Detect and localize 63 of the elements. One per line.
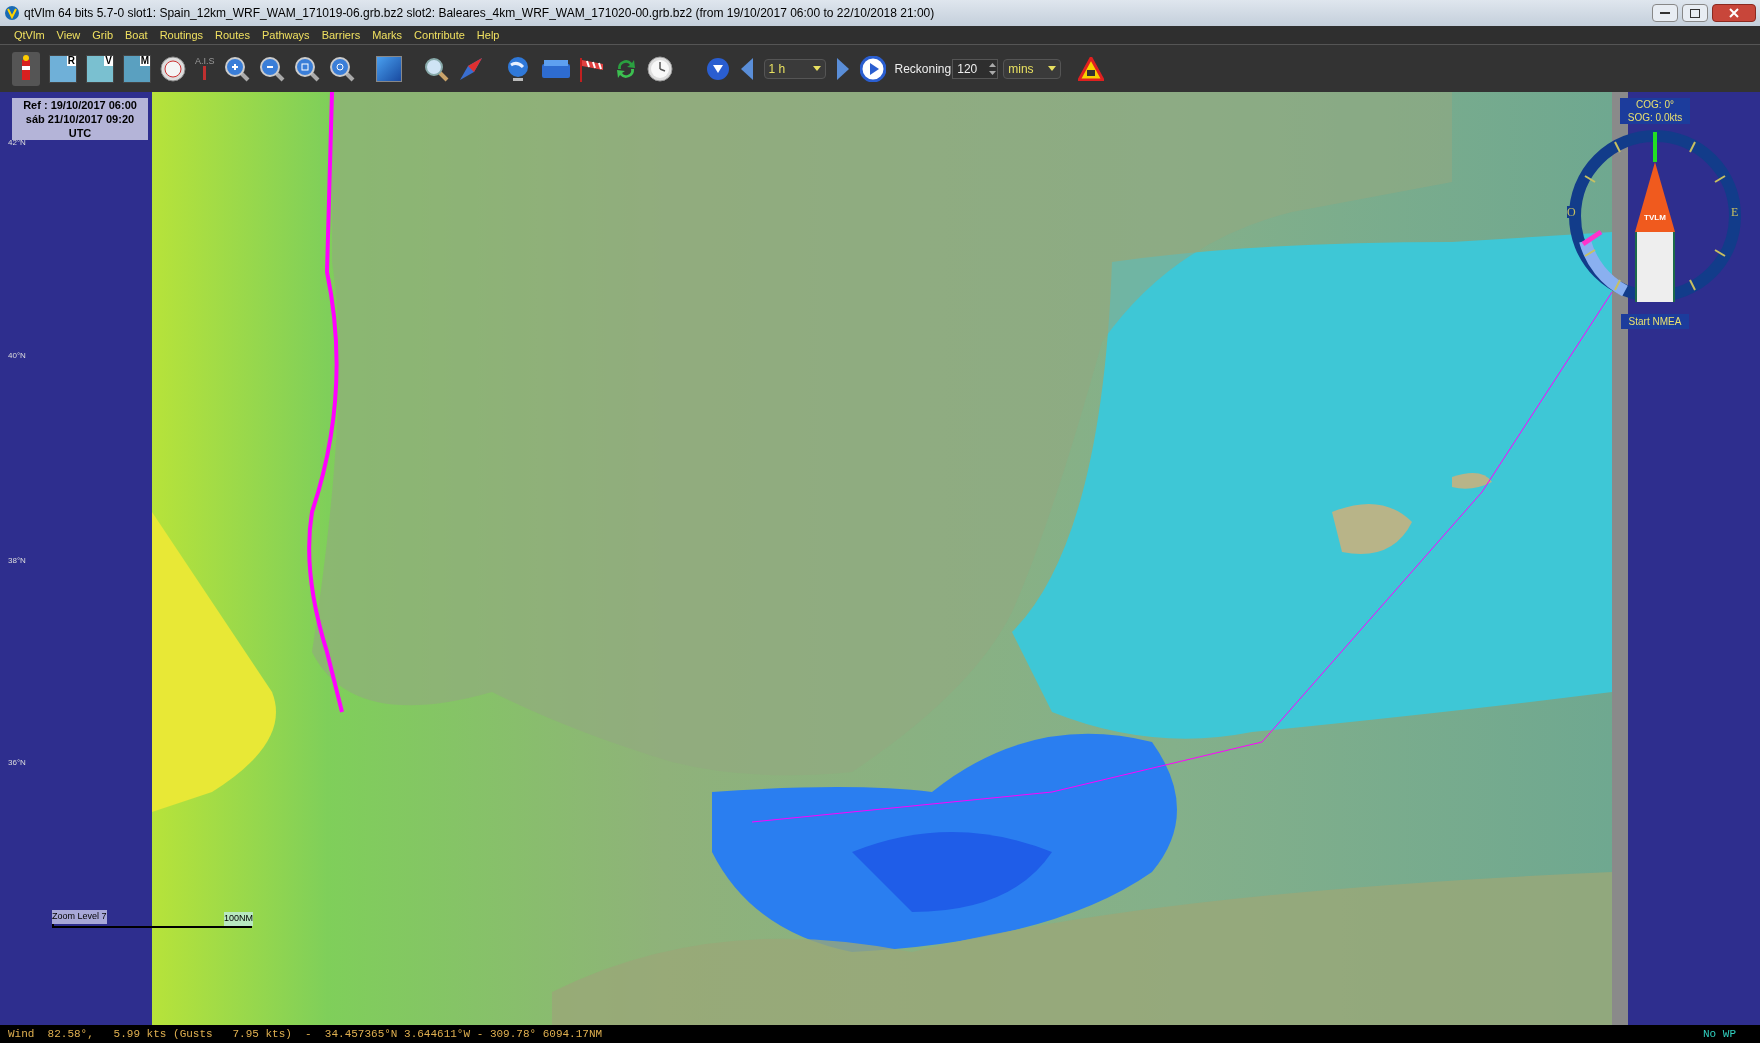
spin-arrows-icon xyxy=(988,60,998,77)
menu-item[interactable]: QtVlm xyxy=(8,26,51,44)
waypoint-status: No WP xyxy=(1703,1026,1737,1042)
island xyxy=(1452,473,1492,489)
scale-label: 100NM xyxy=(224,912,253,926)
reckoning-unit-dropdown[interactable]: mins xyxy=(1003,58,1062,79)
compass-east-label: E xyxy=(1731,206,1739,218)
compass-needle-icon[interactable] xyxy=(457,55,484,82)
chart-map-icon[interactable]: M xyxy=(123,54,151,83)
zoom-in-icon[interactable] xyxy=(223,55,250,82)
maximize-icon xyxy=(1690,8,1700,18)
start-nmea-button[interactable]: Start NMEA xyxy=(1620,314,1690,329)
chart-map-icon[interactable]: V xyxy=(86,54,114,83)
zoom-level-label: Zoom Level 7 xyxy=(52,910,107,924)
latitude-label: 40°N xyxy=(8,350,26,362)
clock-icon[interactable] xyxy=(646,55,673,82)
cog-text: COG: 0° xyxy=(1636,98,1674,111)
step-forward-icon[interactable] xyxy=(834,55,851,82)
latitude-label: 42°N xyxy=(8,137,26,149)
app-icon xyxy=(4,5,20,21)
menu-item[interactable]: Help xyxy=(470,26,506,44)
ais-button[interactable]: A.I.S xyxy=(195,57,215,80)
ref-time-text: UTC xyxy=(68,126,92,140)
flag-line-icon[interactable] xyxy=(578,55,605,82)
ref-time-text: sáb 21/10/2017 09:20 xyxy=(25,112,135,126)
latitude-label: 36°N xyxy=(8,757,26,769)
lighthouse-icon[interactable] xyxy=(12,51,40,86)
zoom-fit-icon[interactable] xyxy=(293,55,320,82)
close-icon xyxy=(1729,8,1739,18)
menu-item[interactable]: View xyxy=(50,26,87,44)
minimize-icon xyxy=(1660,11,1670,15)
menu-item[interactable]: Routings xyxy=(153,26,210,44)
menu-item[interactable]: Contribute xyxy=(408,26,471,44)
menu-item[interactable]: Boat xyxy=(119,26,154,44)
warning-sign-icon[interactable] xyxy=(1078,56,1105,81)
window-title: qtVlm 64 bits 5.7-0 slot1: Spain_12km_WRF_WAM_171019-06.grb.bz2 slot2: Baleares_4km_WRF_WAM_171020-00.grb.bz2 (from 19/10/2017 06:00 to 22/10/2018 21:00) xyxy=(24,5,935,22)
compass-west-label: O xyxy=(1567,206,1576,218)
folder-stack-icon[interactable] xyxy=(541,57,570,80)
latitude-label: 38°N xyxy=(8,555,26,567)
map-square-icon[interactable] xyxy=(375,55,402,82)
chart-map-icon[interactable]: R xyxy=(49,54,77,83)
caret-icon xyxy=(1048,66,1057,71)
maximize-button[interactable] xyxy=(1682,4,1708,22)
sog-text: SOG: 0.0kts xyxy=(1627,111,1683,124)
search-icon[interactable] xyxy=(422,55,449,82)
time-step-dropdown[interactable]: 1 h xyxy=(763,58,826,79)
caret-icon xyxy=(812,66,821,71)
play-icon[interactable] xyxy=(859,55,886,82)
zoom-reset-icon[interactable] xyxy=(328,55,355,82)
menu-item[interactable]: Pathways xyxy=(255,26,316,44)
menu-item[interactable]: Barriers xyxy=(315,26,367,44)
status-info: Wind 82.58°, 5.99 kts (Gusts 7.95 kts) - 34.457365°N 3.644611°W - 309.78° 6094.17NM xyxy=(8,1026,603,1042)
menu-item[interactable]: Routes xyxy=(209,26,256,44)
reckoning-label: Reckoning xyxy=(894,60,952,78)
close-button[interactable] xyxy=(1712,4,1756,22)
boat-drawing: TVLM xyxy=(1635,132,1675,302)
menu-item[interactable]: Grib xyxy=(86,26,119,44)
minimize-button[interactable] xyxy=(1652,4,1678,22)
dial-icon[interactable] xyxy=(160,55,186,82)
zoom-out-icon[interactable] xyxy=(258,55,285,82)
ref-time-text: Ref : 19/10/2017 06:00 xyxy=(23,98,137,112)
menu-item[interactable]: Marks xyxy=(366,26,409,44)
reckoning-spinbox[interactable]: 120 xyxy=(952,58,999,79)
